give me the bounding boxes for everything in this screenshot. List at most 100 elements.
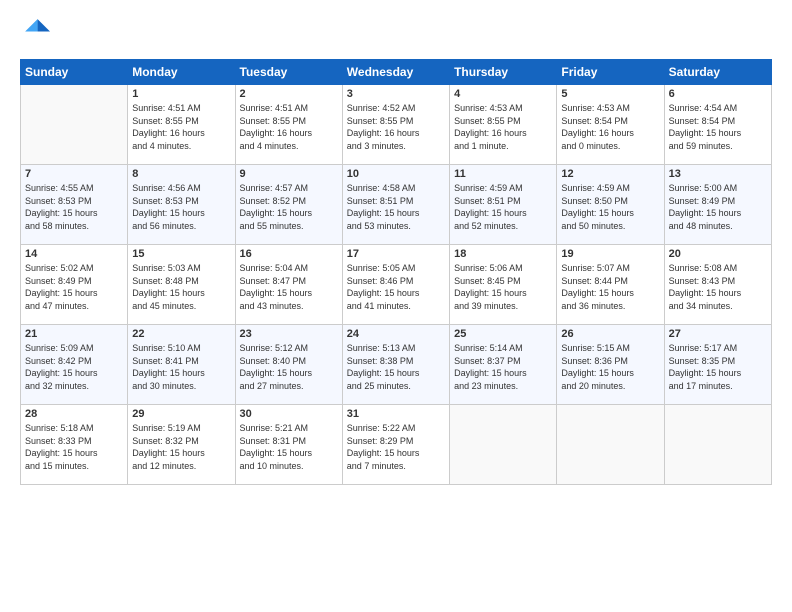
calendar-cell: 3Sunrise: 4:52 AM Sunset: 8:55 PM Daylig… xyxy=(342,85,449,165)
day-number: 9 xyxy=(240,168,338,180)
calendar-cell: 21 Sunrise: 5:09 AM Sunset: 8:42 PM Dayli… xyxy=(21,325,128,405)
day-number: 12 xyxy=(561,168,659,180)
day-number: 15 xyxy=(132,248,230,260)
calendar-cell: 5 Sunrise: 4:53 AM Sunset: 8:54 PM Daylig… xyxy=(557,85,664,165)
day-number: 25 xyxy=(454,328,552,340)
calendar-cell: 16 Sunrise: 5:04 AM Sunset: 8:47 PM Dayli… xyxy=(235,245,342,325)
calendar-cell: 8 Sunrise: 4:56 AM Sunset: 8:53 PM Daylig… xyxy=(128,165,235,245)
calendar-cell: 24 Sunrise: 5:13 AM Sunset: 8:38 PM Dayli… xyxy=(342,325,449,405)
day-number: 21 xyxy=(25,328,123,340)
calendar-body: 1 Sunrise: 4:51 AM Sunset: 8:55 PM Daylig… xyxy=(21,85,772,485)
day-info: Sunrise: 5:10 AM Sunset: 8:41 PM Dayligh… xyxy=(132,342,230,392)
weekday-header: Tuesday xyxy=(235,60,342,85)
day-number: 28 xyxy=(25,408,123,420)
day-info: Sunrise: 4:52 AM Sunset: 8:55 PM Dayligh… xyxy=(347,102,445,152)
calendar-cell: 1 Sunrise: 4:51 AM Sunset: 8:55 PM Daylig… xyxy=(128,85,235,165)
day-info: Sunrise: 5:04 AM Sunset: 8:47 PM Dayligh… xyxy=(240,262,338,312)
calendar-cell: 28Sunrise: 5:18 AM Sunset: 8:33 PM Dayli… xyxy=(21,405,128,485)
calendar-table: SundayMondayTuesdayWednesdayThursdayFrid… xyxy=(20,59,772,485)
calendar-cell xyxy=(664,405,771,485)
calendar-cell: 20Sunrise: 5:08 AM Sunset: 8:43 PM Dayli… xyxy=(664,245,771,325)
calendar-cell: 19 Sunrise: 5:07 AM Sunset: 8:44 PM Dayli… xyxy=(557,245,664,325)
calendar-cell: 11 Sunrise: 4:59 AM Sunset: 8:51 PM Dayli… xyxy=(450,165,557,245)
header xyxy=(20,16,772,49)
day-info: Sunrise: 4:53 AM Sunset: 8:54 PM Dayligh… xyxy=(561,102,659,152)
day-number: 8 xyxy=(132,168,230,180)
calendar-cell: 13 Sunrise: 5:00 AM Sunset: 8:49 PM Dayli… xyxy=(664,165,771,245)
page: SundayMondayTuesdayWednesdayThursdayFrid… xyxy=(0,0,792,612)
day-info: Sunrise: 4:53 AM Sunset: 8:55 PM Dayligh… xyxy=(454,102,552,152)
calendar-cell: 18 Sunrise: 5:06 AM Sunset: 8:45 PM Dayli… xyxy=(450,245,557,325)
day-number: 11 xyxy=(454,168,552,180)
day-info: Sunrise: 5:21 AM Sunset: 8:31 PM Dayligh… xyxy=(240,422,338,472)
day-info: Sunrise: 5:05 AM Sunset: 8:46 PM Dayligh… xyxy=(347,262,445,312)
day-info: Sunrise: 5:14 AM Sunset: 8:37 PM Dayligh… xyxy=(454,342,552,392)
calendar-cell: 6 Sunrise: 4:54 AM Sunset: 8:54 PM Daylig… xyxy=(664,85,771,165)
day-number: 13 xyxy=(669,168,767,180)
logo-icon xyxy=(22,16,50,44)
day-number: 18 xyxy=(454,248,552,260)
day-info: Sunrise: 5:17 AM Sunset: 8:35 PM Dayligh… xyxy=(669,342,767,392)
day-number: 29 xyxy=(132,408,230,420)
calendar-cell xyxy=(21,85,128,165)
day-number: 10 xyxy=(347,168,445,180)
day-info: Sunrise: 5:19 AM Sunset: 8:32 PM Dayligh… xyxy=(132,422,230,472)
day-number: 27 xyxy=(669,328,767,340)
day-info: Sunrise: 5:13 AM Sunset: 8:38 PM Dayligh… xyxy=(347,342,445,392)
calendar-week-row: 7Sunrise: 4:55 AM Sunset: 8:53 PM Daylig… xyxy=(21,165,772,245)
day-info: Sunrise: 5:12 AM Sunset: 8:40 PM Dayligh… xyxy=(240,342,338,392)
day-number: 16 xyxy=(240,248,338,260)
day-info: Sunrise: 4:58 AM Sunset: 8:51 PM Dayligh… xyxy=(347,182,445,232)
day-info: Sunrise: 5:07 AM Sunset: 8:44 PM Dayligh… xyxy=(561,262,659,312)
calendar-cell: 7Sunrise: 4:55 AM Sunset: 8:53 PM Daylig… xyxy=(21,165,128,245)
calendar-cell xyxy=(450,405,557,485)
day-number: 5 xyxy=(561,88,659,100)
day-number: 23 xyxy=(240,328,338,340)
day-info: Sunrise: 4:51 AM Sunset: 8:55 PM Dayligh… xyxy=(240,102,338,152)
day-number: 24 xyxy=(347,328,445,340)
weekday-header: Saturday xyxy=(664,60,771,85)
day-number: 19 xyxy=(561,248,659,260)
calendar-cell: 10 Sunrise: 4:58 AM Sunset: 8:51 PM Dayli… xyxy=(342,165,449,245)
day-number: 6 xyxy=(669,88,767,100)
weekday-header: Monday xyxy=(128,60,235,85)
day-info: Sunrise: 4:57 AM Sunset: 8:52 PM Dayligh… xyxy=(240,182,338,232)
calendar-cell: 14Sunrise: 5:02 AM Sunset: 8:49 PM Dayli… xyxy=(21,245,128,325)
calendar-cell: 2Sunrise: 4:51 AM Sunset: 8:55 PM Daylig… xyxy=(235,85,342,165)
day-info: Sunrise: 5:09 AM Sunset: 8:42 PM Dayligh… xyxy=(25,342,123,392)
calendar-cell: 23 Sunrise: 5:12 AM Sunset: 8:40 PM Dayli… xyxy=(235,325,342,405)
day-info: Sunrise: 5:06 AM Sunset: 8:45 PM Dayligh… xyxy=(454,262,552,312)
calendar-cell: 4Sunrise: 4:53 AM Sunset: 8:55 PM Daylig… xyxy=(450,85,557,165)
day-number: 17 xyxy=(347,248,445,260)
day-number: 20 xyxy=(669,248,767,260)
day-info: Sunrise: 5:00 AM Sunset: 8:49 PM Dayligh… xyxy=(669,182,767,232)
day-info: Sunrise: 4:51 AM Sunset: 8:55 PM Dayligh… xyxy=(132,102,230,152)
day-info: Sunrise: 5:03 AM Sunset: 8:48 PM Dayligh… xyxy=(132,262,230,312)
calendar-cell: 9 Sunrise: 4:57 AM Sunset: 8:52 PM Daylig… xyxy=(235,165,342,245)
weekday-header: Thursday xyxy=(450,60,557,85)
weekday-header: Friday xyxy=(557,60,664,85)
calendar-cell: 22 Sunrise: 5:10 AM Sunset: 8:41 PM Dayli… xyxy=(128,325,235,405)
day-number: 26 xyxy=(561,328,659,340)
day-info: Sunrise: 5:15 AM Sunset: 8:36 PM Dayligh… xyxy=(561,342,659,392)
day-info: Sunrise: 4:59 AM Sunset: 8:51 PM Dayligh… xyxy=(454,182,552,232)
day-number: 14 xyxy=(25,248,123,260)
day-number: 22 xyxy=(132,328,230,340)
calendar-cell: 25 Sunrise: 5:14 AM Sunset: 8:37 PM Dayli… xyxy=(450,325,557,405)
calendar-header-row: SundayMondayTuesdayWednesdayThursdayFrid… xyxy=(21,60,772,85)
day-number: 1 xyxy=(132,88,230,100)
day-info: Sunrise: 4:54 AM Sunset: 8:54 PM Dayligh… xyxy=(669,102,767,152)
weekday-header: Wednesday xyxy=(342,60,449,85)
day-number: 7 xyxy=(25,168,123,180)
calendar-week-row: 1 Sunrise: 4:51 AM Sunset: 8:55 PM Daylig… xyxy=(21,85,772,165)
calendar-cell: 15 Sunrise: 5:03 AM Sunset: 8:48 PM Dayli… xyxy=(128,245,235,325)
calendar-cell: 12 Sunrise: 4:59 AM Sunset: 8:50 PM Dayli… xyxy=(557,165,664,245)
logo xyxy=(20,16,54,49)
day-number: 30 xyxy=(240,408,338,420)
calendar-cell: 26 Sunrise: 5:15 AM Sunset: 8:36 PM Dayli… xyxy=(557,325,664,405)
calendar-cell: 17 Sunrise: 5:05 AM Sunset: 8:46 PM Dayli… xyxy=(342,245,449,325)
calendar-cell xyxy=(557,405,664,485)
calendar-cell: 27 Sunrise: 5:17 AM Sunset: 8:35 PM Dayli… xyxy=(664,325,771,405)
day-info: Sunrise: 4:59 AM Sunset: 8:50 PM Dayligh… xyxy=(561,182,659,232)
day-info: Sunrise: 4:56 AM Sunset: 8:53 PM Dayligh… xyxy=(132,182,230,232)
